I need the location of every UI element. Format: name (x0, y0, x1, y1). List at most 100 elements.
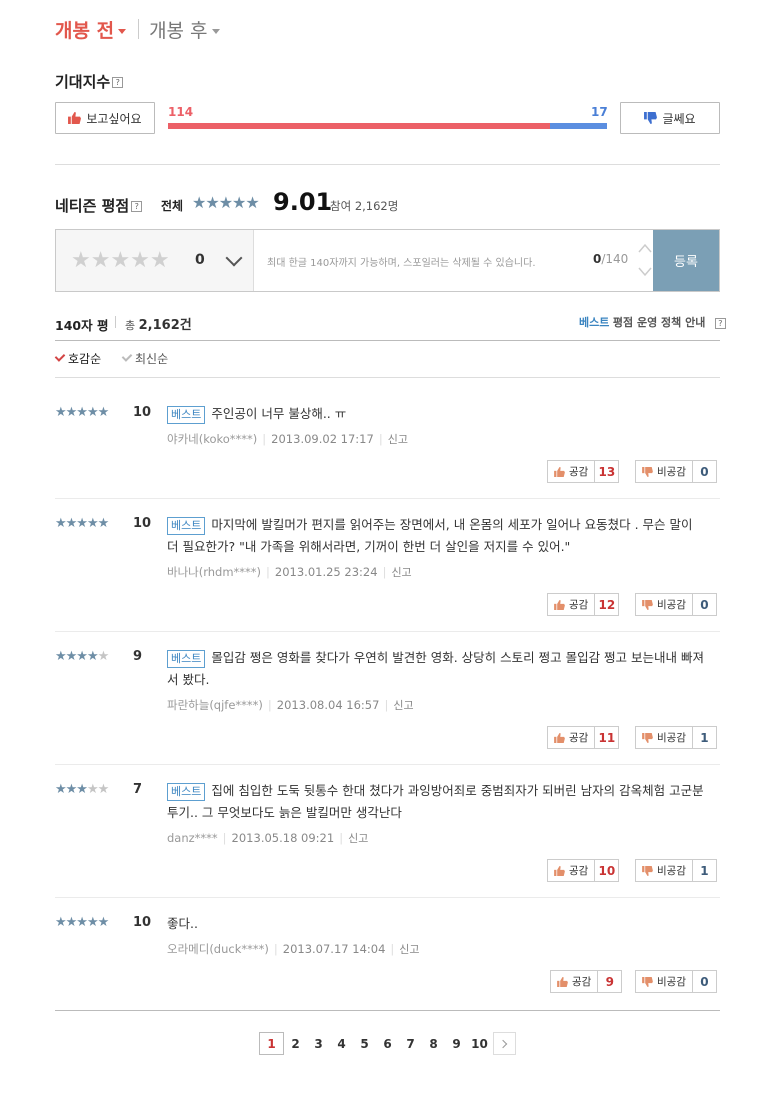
rating-stars-icon[interactable]: ★★★★★ (71, 248, 170, 273)
check-icon (121, 351, 133, 362)
dislike-label: 비공감 (657, 466, 686, 478)
page-link[interactable]: 10 (468, 1032, 491, 1055)
report-link[interactable]: 신고 (388, 433, 408, 446)
dislike-button[interactable]: 비공감 (635, 970, 693, 993)
char-counter: 0/140 (593, 252, 628, 266)
rating-selector[interactable]: ★★★★★ 0 (56, 230, 254, 291)
score-scope-label: 전체 (161, 199, 184, 213)
expectation-bar (168, 123, 607, 129)
not-sure-label: 글쎄요 (662, 111, 696, 126)
review-content: 좋다.. (167, 916, 198, 931)
thumbs-down-icon (642, 865, 653, 876)
like-label: 공감 (572, 976, 592, 988)
divider (55, 498, 720, 499)
review-content: 집에 침입한 도둑 뒷통수 한대 쳤다가 과잉방어죄로 중범죄자가 되버린 남자… (167, 783, 704, 820)
dislike-button[interactable]: 비공감 (635, 593, 693, 616)
star-rating-icon: ★★★★★ (55, 915, 109, 930)
like-count: 114 (168, 105, 194, 119)
want-to-see-button[interactable]: 보고싶어요 (55, 102, 155, 134)
tab-after-release[interactable]: 개봉 후 (149, 16, 220, 43)
like-button[interactable]: 공감 (550, 970, 599, 993)
tab-before-release[interactable]: 개봉 전 (55, 16, 127, 43)
like-count: 10 (595, 859, 620, 882)
review-textarea[interactable]: 최대 한글 140자까지 가능하며, 스포일러는 삭제될 수 있습니다. (267, 254, 536, 269)
next-page-button[interactable] (493, 1032, 516, 1055)
chevron-down-icon[interactable] (225, 249, 243, 267)
like-vote: 공감 11 (547, 726, 620, 749)
like-button[interactable]: 공감 (547, 726, 596, 749)
page-link[interactable]: 9 (445, 1032, 468, 1055)
page-link[interactable]: 6 (376, 1032, 399, 1055)
review-user: 파란하늘(qjfe****) (167, 698, 263, 712)
page-link-current[interactable]: 1 (259, 1032, 284, 1055)
like-button[interactable]: 공감 (547, 460, 596, 483)
star-rating-icon: ★★★★★ (192, 193, 260, 212)
divider (55, 897, 720, 898)
help-icon[interactable]: ? (714, 317, 726, 329)
dislike-count: 17 (591, 105, 608, 119)
review-meta: 파란하늘(qjfe****) | 2013.08.04 16:57 | 신고 (167, 698, 414, 712)
stars-filled: ★★★ (55, 782, 88, 797)
divider (55, 164, 720, 165)
not-sure-button[interactable]: 글쎄요 (620, 102, 720, 134)
page-link[interactable]: 2 (284, 1032, 307, 1055)
submit-button[interactable]: 등록 (653, 230, 719, 291)
report-link[interactable]: 신고 (348, 832, 368, 845)
dislike-count: 1 (692, 859, 717, 882)
review-date: 2013.07.17 14:04 (282, 942, 386, 956)
dislike-button[interactable]: 비공감 (635, 460, 693, 483)
divider (55, 631, 720, 632)
page-link[interactable]: 5 (353, 1032, 376, 1055)
total-count: 총 2,162건 (125, 314, 192, 333)
help-icon[interactable]: ? (112, 77, 124, 88)
review-user: danz**** (167, 831, 218, 845)
report-link[interactable]: 신고 (393, 699, 413, 712)
page-link[interactable]: 4 (330, 1032, 353, 1055)
report-link[interactable]: 신고 (399, 943, 419, 956)
review-content: 주인공이 너무 불상해.. ㅠ (211, 406, 347, 421)
like-button[interactable]: 공감 (547, 593, 596, 616)
star-rating-icon: ★★★★★ (55, 405, 109, 420)
sort-by-likes-label: 호감순 (68, 352, 102, 366)
like-count: 9 (598, 970, 623, 993)
like-label: 공감 (569, 732, 589, 744)
like-vote: 공감 12 (547, 593, 620, 616)
thumbs-up-icon (554, 599, 565, 610)
policy-link[interactable]: 베스트 평점 운영 정책 안내 ? (579, 314, 726, 330)
dislike-count: 0 (692, 970, 717, 993)
review-text: 좋다.. (167, 913, 707, 935)
star-rating-icon: ★★★★★ (55, 782, 109, 797)
chevron-down-icon (118, 28, 127, 34)
like-count: 12 (595, 593, 620, 616)
review-date: 2013.09.02 17:17 (271, 432, 374, 446)
review-content: 몰입감 쩡은 영화를 찾다가 우연히 발견한 영화. 상당히 스토리 쩡고 몰입… (167, 650, 705, 687)
dislike-button[interactable]: 비공감 (635, 859, 693, 882)
report-link[interactable]: 신고 (391, 566, 411, 579)
dislike-vote: 비공감 0 (635, 970, 717, 993)
expectation-bar-like (168, 123, 550, 129)
thumbs-up-icon (554, 732, 565, 743)
thumbs-down-icon (642, 732, 653, 743)
dislike-button[interactable]: 비공감 (635, 726, 693, 749)
page-link[interactable]: 7 (399, 1032, 422, 1055)
thumbs-up-icon (554, 466, 565, 477)
review-text: 베스트 몰입감 쩡은 영화를 찾다가 우연히 발견한 영화. 상당히 스토리 쩡고… (167, 647, 707, 691)
like-button[interactable]: 공감 (547, 859, 596, 882)
thumbs-down-icon (642, 466, 653, 477)
sort-by-likes[interactable]: 호감순 (54, 350, 102, 367)
release-tabs: 개봉 전 개봉 후 (55, 16, 220, 42)
help-icon[interactable]: ? (131, 201, 143, 212)
divider (55, 340, 720, 341)
chevron-down-icon (211, 28, 220, 34)
chevron-right-icon (498, 1039, 508, 1048)
page-link[interactable]: 8 (422, 1032, 445, 1055)
total-prefix: 총 (125, 319, 136, 332)
dislike-label: 비공감 (657, 865, 686, 877)
review-date: 2013.08.04 16:57 (276, 698, 380, 712)
check-icon (54, 351, 66, 362)
scroll-arrows-icon[interactable] (638, 240, 652, 280)
page-link[interactable]: 3 (307, 1032, 330, 1055)
char-count-max: /140 (601, 252, 629, 266)
sort-by-recent[interactable]: 최신순 (121, 350, 168, 367)
dislike-vote: 비공감 1 (635, 726, 717, 749)
